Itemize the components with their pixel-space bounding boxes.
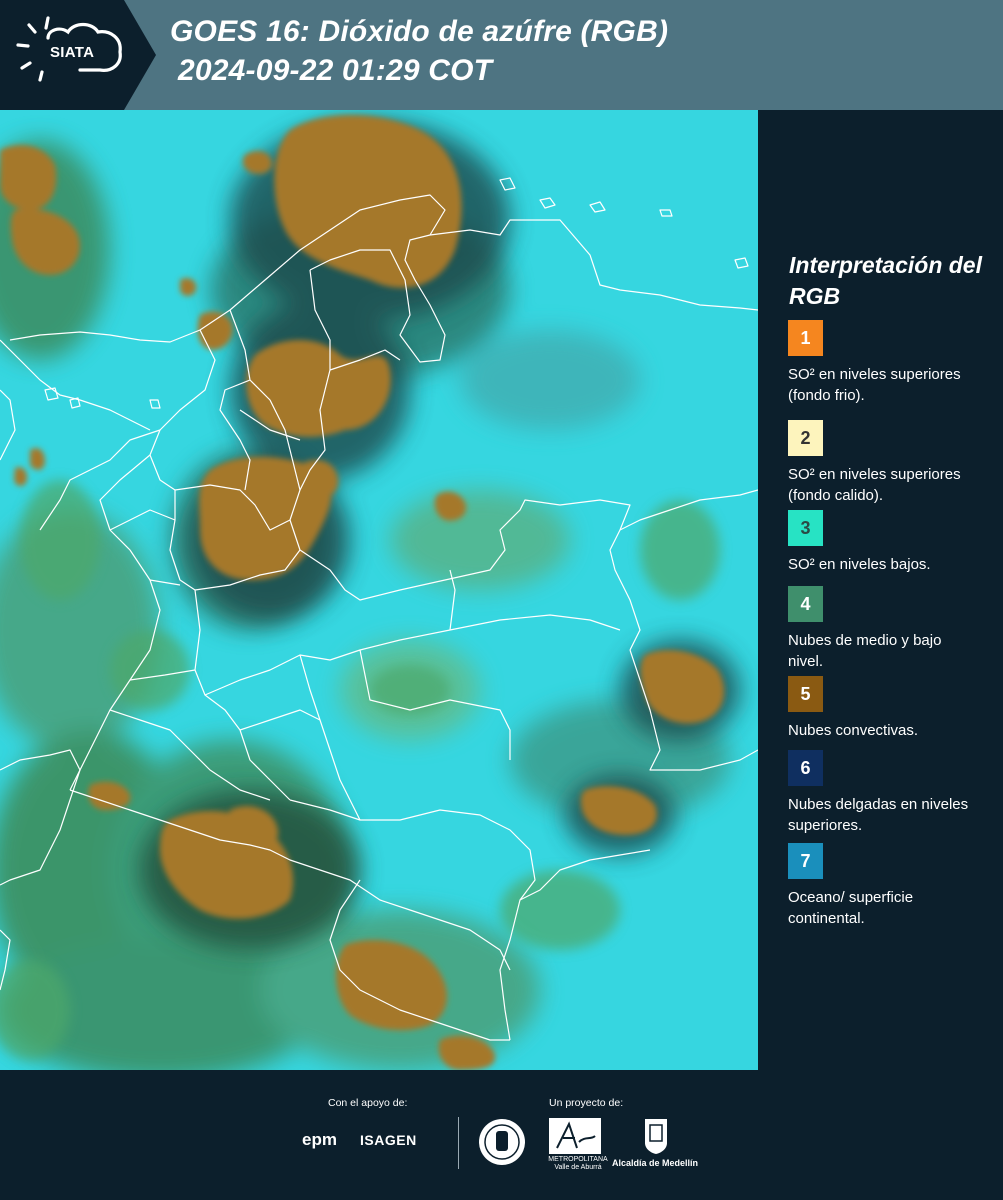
page-timestamp: 2024-09-22 01:29 COT — [178, 54, 493, 87]
legend-label-5: Nubes convectivas. — [788, 722, 919, 739]
alcaldia-text: Alcaldía de Medellín — [612, 1158, 699, 1168]
legend-item-6: 6 Nubes delgadas en niveles superiores. — [788, 750, 993, 836]
siata-logo: SIATA — [0, 0, 156, 110]
legend-number-1: 1 — [800, 327, 811, 348]
legend-swatch-4: 4 — [788, 586, 823, 622]
legend-swatch-7: 7 — [788, 843, 823, 879]
legend-item-5: 5 Nubes convectivas. — [788, 676, 993, 741]
legend-swatch-3: 3 — [788, 510, 823, 546]
legend-swatch-1: 1 — [788, 320, 823, 356]
legend-swatch-6: 6 — [788, 750, 823, 786]
legend-label-6: Nubes delgadas en niveles superiores. — [788, 796, 969, 834]
legend-number-5: 5 — [800, 683, 811, 704]
satellite-imagery — [0, 110, 758, 1070]
area-metropolitana-text: METROPOLITANA Valle de Aburrá — [548, 1156, 608, 1171]
legend-label-7: Oceano/ superficie continental. — [788, 889, 914, 927]
legend-item-1: 1 SO² en niveles superiores (fondo frio)… — [788, 320, 993, 406]
alcaldia-shield-icon — [645, 1119, 667, 1154]
legend-swatch-2: 2 — [788, 420, 823, 456]
legend-label-3: SO² en niveles bajos. — [788, 556, 931, 573]
legend-number-6: 6 — [800, 757, 811, 778]
legend-item-7: 7 Oceano/ superficie continental. — [788, 843, 993, 929]
legend-label-2: SO² en niveles superiores (fondo calido)… — [788, 466, 961, 504]
legend-label-1: SO² en niveles superiores (fondo frio). — [788, 366, 961, 404]
legend-number-2: 2 — [800, 427, 811, 448]
support-caption: Con el apoyo de: — [328, 1097, 408, 1109]
legend-swatch-5: 5 — [788, 676, 823, 712]
footer-divider — [458, 1117, 459, 1169]
page-title: GOES 16: Dióxido de azúfre (RGB) — [170, 15, 669, 48]
legend-item-4: 4 Nubes de medio y bajo nivel. — [788, 586, 993, 672]
header-bar: SIATA GOES 16: Dióxido de azúfre (RGB) 2… — [0, 0, 1003, 110]
legend-label-4: Nubes de medio y bajo nivel. — [788, 632, 942, 670]
legend-item-2: 2 SO² en niveles superiores (fondo calid… — [788, 420, 993, 506]
legend-panel: Interpretación del RGB 1 SO² en niveles … — [760, 110, 1003, 1070]
legend-title: Interpretación del RGB — [789, 252, 982, 309]
legend-item-3: 3 SO² en niveles bajos. — [788, 510, 993, 575]
legend-number-7: 7 — [800, 850, 811, 871]
project-caption: Un proyecto de: — [549, 1097, 624, 1109]
footer: Con el apoyo de: Un proyecto de: epm ISA… — [0, 1070, 1003, 1200]
medellin-seal-icon — [479, 1119, 525, 1165]
siata-logo-text: SIATA — [50, 44, 95, 61]
satellite-map[interactable] — [0, 110, 758, 1070]
legend-number-3: 3 — [800, 517, 811, 538]
legend-number-4: 4 — [800, 593, 811, 614]
isagen-logo: ISAGEN — [360, 1132, 417, 1148]
epm-logo: epm — [302, 1130, 337, 1149]
